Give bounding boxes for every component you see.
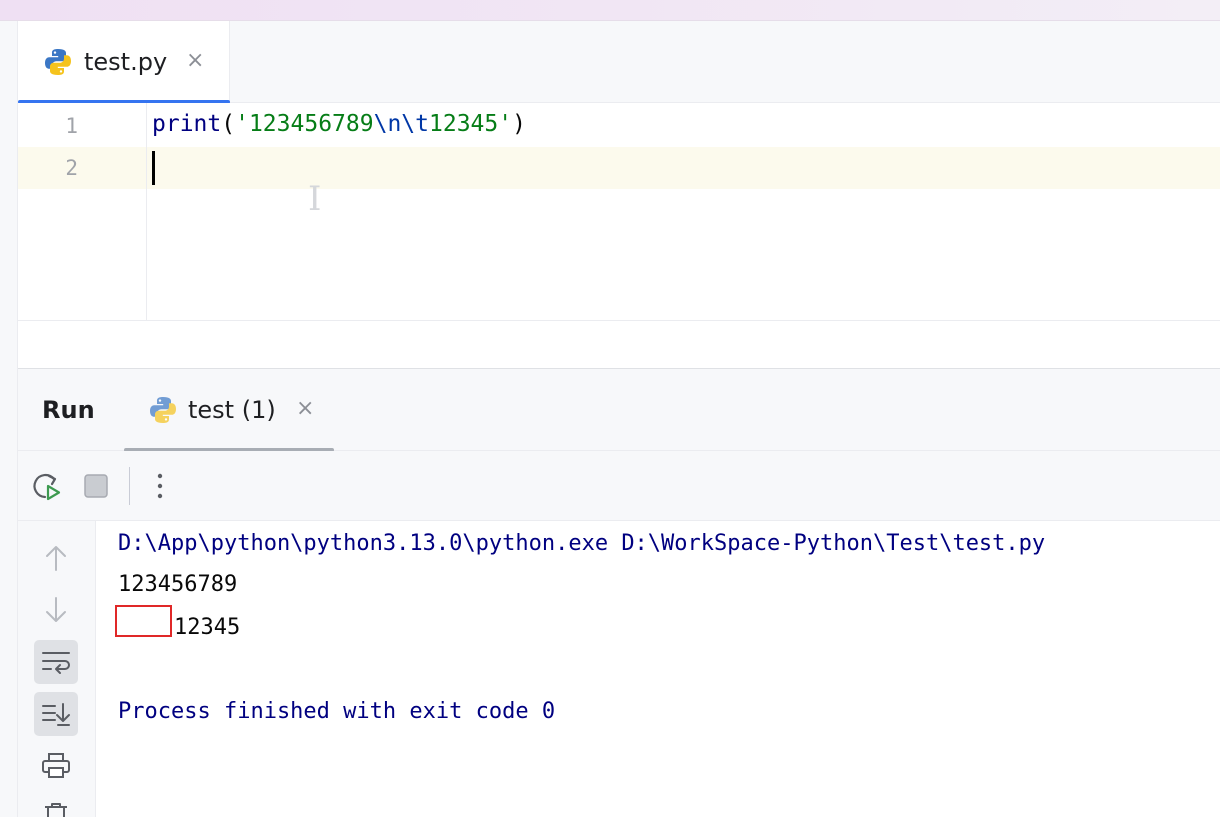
code-string-part: 12345' — [429, 111, 513, 137]
scroll-to-end-icon[interactable] — [34, 692, 78, 736]
arrow-down-icon[interactable] — [34, 588, 78, 632]
line-number-gutter: 1 2 — [18, 103, 147, 321]
code-paren-close: ) — [512, 111, 526, 137]
editor-tab-test-py[interactable]: test.py × — [18, 21, 230, 104]
process-finished-message: Process finished with exit code 0 — [118, 699, 556, 724]
left-edge-strip — [0, 21, 18, 817]
code-editor[interactable]: 1 2 print('123456789\n\t12345') I — [18, 103, 1220, 321]
editor-tab-label: test.py — [84, 48, 168, 76]
console-output-line: 12345 — [174, 615, 241, 640]
soft-wrap-icon[interactable] — [34, 640, 78, 684]
run-tool-window-header: Run test (1) × — [18, 369, 1220, 452]
editor-tab-bar: test.py × — [18, 21, 1220, 104]
python-file-icon — [43, 47, 73, 81]
window-top-strip — [0, 0, 1220, 21]
code-string-part: '123456789 — [235, 111, 374, 137]
rerun-icon[interactable] — [26, 451, 66, 521]
run-toolbar — [18, 451, 1220, 521]
arrow-up-icon[interactable] — [34, 536, 78, 580]
console-side-toolbar — [18, 521, 96, 817]
close-icon[interactable]: × — [296, 396, 314, 421]
code-paren-open: ( — [221, 111, 236, 137]
python-run-icon — [148, 395, 178, 429]
code-escape-newline: \n — [373, 111, 402, 137]
code-function-name: print — [152, 111, 222, 137]
run-tool-title: Run — [42, 396, 95, 424]
stop-icon[interactable] — [78, 451, 114, 521]
line-number: 2 — [65, 156, 78, 180]
text-caret — [152, 151, 155, 185]
more-options-icon[interactable] — [144, 451, 176, 521]
console-command-line: D:\App\python\python3.13.0\python.exe D:… — [118, 531, 1046, 556]
code-escape-tab: \t — [401, 111, 429, 137]
close-icon[interactable]: × — [186, 48, 204, 73]
ibeam-cursor-icon: I — [308, 179, 322, 219]
run-tab-test[interactable]: test (1) × — [124, 369, 334, 452]
tab-highlight-box — [115, 605, 172, 637]
print-icon[interactable] — [34, 744, 78, 788]
console-output[interactable]: D:\App\python\python3.13.0\python.exe D:… — [96, 521, 1220, 817]
current-line-highlight — [18, 147, 1220, 189]
toolbar-separator — [129, 467, 130, 505]
line-number: 1 — [65, 114, 78, 138]
run-tab-label: test (1) — [188, 396, 276, 424]
console-output-line: 123456789 — [118, 572, 238, 597]
editor-bottom-area — [18, 321, 1220, 369]
trash-icon[interactable] — [34, 793, 78, 817]
code-line-1[interactable]: print('123456789\n\t12345') — [152, 111, 526, 137]
